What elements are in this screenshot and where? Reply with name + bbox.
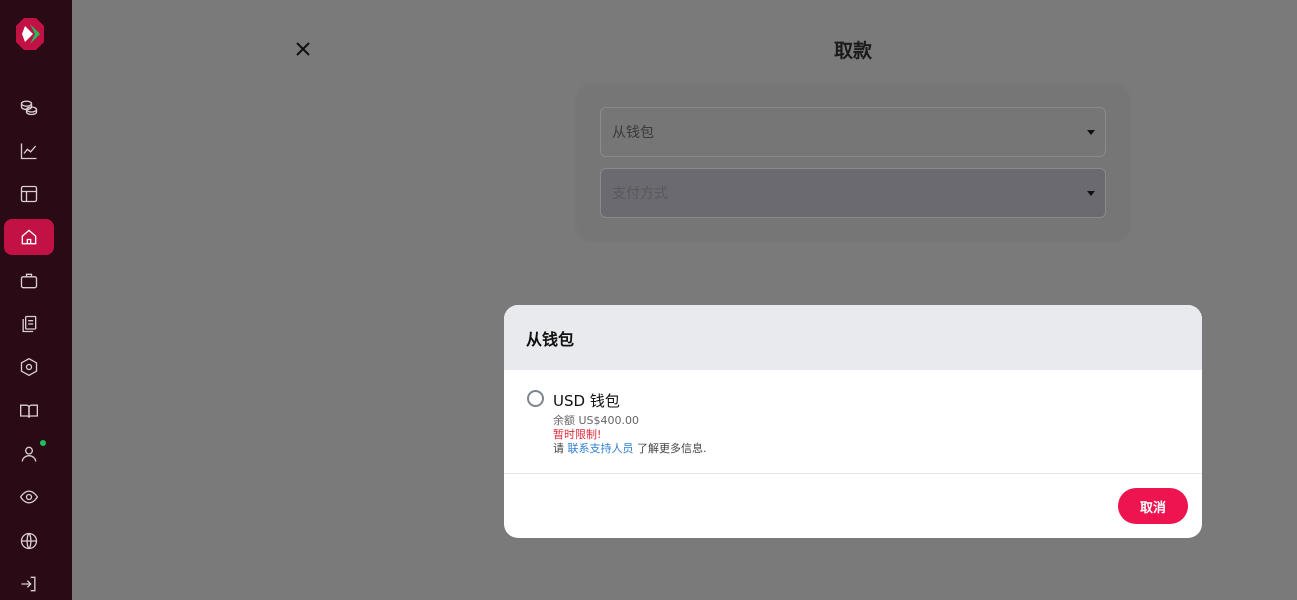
brand-logo[interactable] [10,14,50,54]
sidebar-item-briefcase[interactable] [4,263,54,299]
wallet-name: USD 钱包 [553,392,620,410]
cancel-button[interactable]: 取消 [1118,488,1188,524]
sidebar-item-settings[interactable] [4,349,54,385]
wallet-radio[interactable] [527,390,544,407]
user-icon [21,446,37,462]
page-title: 取款 [834,40,873,62]
modal-title: 从钱包 [504,305,1202,370]
wallet-select-label: 从钱包 [612,125,654,141]
eye-icon [19,490,39,504]
sidebar [0,0,72,600]
online-status-dot [40,440,46,446]
book-open-icon [20,404,38,418]
sidebar-item-coins[interactable] [4,89,54,125]
close-button[interactable] [293,39,313,59]
sidebar-item-home[interactable] [4,219,54,255]
sidebar-item-profile[interactable] [4,436,54,472]
globe-icon [20,532,38,550]
payment-method-select[interactable]: 支付方式 [600,168,1106,218]
close-icon [296,42,310,56]
chart-line-icon [20,143,37,160]
wallet-select[interactable]: 从钱包 [600,107,1106,157]
sidebar-item-logout[interactable] [4,566,54,600]
sidebar-item-watch[interactable] [4,479,54,515]
briefcase-icon [20,273,38,289]
support-info-suffix: 了解更多信息. [637,442,707,455]
coins-icon [20,100,38,116]
caret-down-icon [1087,191,1095,196]
contact-support-link[interactable]: 联系支持人员 [568,442,634,455]
sidebar-item-documents[interactable] [4,306,54,342]
hexagon-settings-icon [20,357,38,377]
payment-method-label: 支付方式 [612,186,668,202]
support-info-prefix: 请 [553,442,564,455]
caret-down-icon [1087,130,1095,135]
sidebar-item-chart[interactable] [4,133,54,169]
sidebar-item-language[interactable] [4,523,54,559]
layout-icon [20,185,38,203]
copy-docs-icon [22,315,37,333]
wallet-modal: 从钱包 USD 钱包 余额 US$400.00 暂时限制! 请 联系支持人员 了… [504,305,1202,538]
home-icon [21,229,37,245]
logout-icon [21,576,36,592]
modal-footer: 取消 [504,474,1202,538]
sidebar-item-layout[interactable] [4,176,54,212]
support-info: 请 联系支持人员 了解更多信息. [553,440,707,456]
sidebar-item-book[interactable] [4,393,54,429]
wallet-option[interactable]: USD 钱包 余额 US$400.00 暂时限制! 请 联系支持人员 了解更多信… [504,370,1202,474]
